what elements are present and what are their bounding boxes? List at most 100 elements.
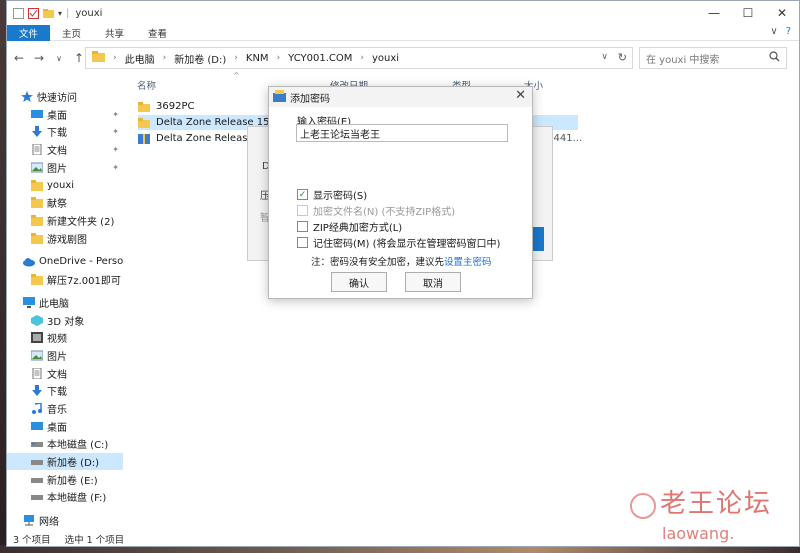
sidebar-item-3d-objects[interactable]: 3D 对象 (31, 312, 123, 329)
start-button[interactable] (532, 227, 544, 251)
maximize-button[interactable]: ☐ (731, 1, 765, 25)
breadcrumb-knm[interactable]: KNM (246, 53, 269, 64)
sidebar-item-pictures-pc[interactable]: 图片 (31, 347, 123, 364)
list-item[interactable]: Delta Zone Release 1 (138, 131, 263, 146)
music-icon (31, 402, 43, 414)
sidebar-item-drive-f[interactable]: 本地磁盘 (F:) (31, 488, 123, 505)
sidebar-item-unzip-hint[interactable]: 解压7z.001即可 (31, 271, 123, 288)
folder-icon (31, 197, 43, 208)
search-input[interactable]: 在 youxi 中搜索 (639, 47, 787, 69)
sidebar-item-label: 图片 (47, 352, 67, 363)
checkbox-icon (297, 205, 308, 216)
sidebar-item-documents[interactable]: 文档 ✦ (31, 141, 123, 158)
checkbox-icon (297, 221, 308, 232)
recent-locations-button[interactable]: ∨ (51, 54, 67, 63)
dialog-title-bar: 添加密码 ✕ (269, 87, 532, 107)
sidebar-item-onedrive[interactable]: OneDrive - Persona (23, 253, 123, 270)
remember-password-checkbox[interactable]: 记住密码(M) (将会显示在管理密码窗口中) (297, 235, 500, 250)
selection-count: 选中 1 个项目 (64, 535, 125, 546)
cloud-icon (23, 256, 35, 267)
address-bar[interactable]: › 此电脑 › 新加卷 (D:) › KNM › YCY001.COM › yo… (85, 47, 633, 69)
breadcrumb-youxi[interactable]: youxi (372, 53, 399, 64)
sidebar-item-drive-c[interactable]: 本地磁盘 (C:) (31, 435, 123, 452)
document-icon (31, 367, 43, 380)
forward-button[interactable]: → (31, 51, 47, 65)
refresh-button[interactable]: ↻ (618, 51, 627, 64)
sidebar-item-desktop[interactable]: 桌面 ✦ (31, 106, 123, 123)
sidebar-item-xianji[interactable]: 献祭 (31, 194, 123, 211)
cancel-button[interactable]: 取消 (405, 272, 461, 292)
video-icon (31, 332, 43, 343)
new-folder-icon[interactable] (43, 8, 54, 19)
ribbon-tabs: 文件 主页 共享 查看 ∨ ? (7, 24, 799, 41)
ribbon-expand-icon[interactable]: ∨ (770, 26, 777, 37)
option-label: 加密文件名(N) (不支持ZIP格式) (313, 207, 456, 218)
confirm-button[interactable]: 确认 (331, 272, 387, 292)
tab-view[interactable]: 查看 (136, 25, 179, 41)
sidebar-item-label: 文档 (47, 370, 67, 381)
sidebar-item-quick-access[interactable]: 快速访问 (21, 88, 137, 105)
zip-classic-encryption-checkbox[interactable]: ZIP经典加密方式(L) (297, 219, 402, 234)
sidebar-item-pictures[interactable]: 图片 ✦ (31, 159, 123, 176)
column-name[interactable]: 名称 (137, 78, 156, 92)
password-field[interactable]: 上老王论坛当老王 (296, 124, 508, 142)
sidebar-item-game-plot[interactable]: 游戏剧图 (31, 230, 123, 247)
help-icon[interactable]: ? (786, 26, 791, 37)
breadcrumb-separator: › (276, 53, 281, 63)
drive-icon (31, 474, 43, 485)
list-item[interactable]: 3692PC (138, 99, 194, 114)
set-master-password-link[interactable]: 设置主密码 (444, 257, 492, 268)
desktop-icon (31, 109, 43, 120)
breadcrumb-ycy001[interactable]: YCY001.COM (288, 53, 352, 64)
tab-home[interactable]: 主页 (50, 25, 93, 41)
properties-icon[interactable] (28, 7, 39, 19)
pin-icon: ✦ (112, 127, 119, 136)
sidebar-item-documents-pc[interactable]: 文档 (31, 365, 123, 382)
show-password-checkbox[interactable]: ✓ 显示密码(S) (297, 187, 367, 202)
breadcrumb-separator: › (162, 53, 167, 63)
breadcrumb-this-pc[interactable]: 此电脑 (125, 51, 155, 66)
dialog-close-button[interactable]: ✕ (515, 88, 526, 103)
folder-icon (138, 117, 150, 128)
checkbox-checked-icon: ✓ (297, 189, 308, 200)
sidebar-item-youxi[interactable]: youxi (31, 177, 123, 194)
option-label: ZIP经典加密方式(L) (313, 223, 403, 234)
drive-icon (31, 438, 43, 449)
tab-share[interactable]: 共享 (93, 25, 136, 41)
folder-icon (31, 215, 43, 226)
watermark-logo-icon (630, 493, 656, 519)
sidebar-item-downloads[interactable]: 下载 ✦ (31, 123, 123, 140)
dialog-title: 添加密码 (290, 93, 330, 105)
sidebar-item-downloads-pc[interactable]: 下载 (31, 382, 123, 399)
sidebar-item-label: 图片 (47, 164, 67, 175)
pin-icon: ✦ (112, 163, 119, 172)
add-password-dialog: 添加密码 ✕ 输入密码(E) 上老王论坛当老王 ✓ 显示密码(S) 加密文件名(… (268, 86, 533, 299)
chevron-down-icon[interactable]: ▾ (58, 9, 62, 18)
download-icon (31, 385, 43, 396)
lock-icon (273, 89, 286, 105)
sidebar-item-desktop-pc[interactable]: 桌面 (31, 418, 123, 435)
folder-icon[interactable] (13, 7, 24, 19)
drive-icon (31, 491, 43, 502)
sidebar-item-new-folder-2[interactable]: 新建文件夹 (2) (31, 212, 123, 229)
sidebar-item-drive-d[interactable]: 新加卷 (D:) (7, 453, 123, 470)
drive-icon (31, 456, 43, 467)
close-button[interactable]: ✕ (765, 1, 799, 25)
back-button[interactable]: ← (11, 51, 27, 65)
sidebar-item-drive-e[interactable]: 新加卷 (E:) (31, 471, 123, 488)
breadcrumb-drive-d[interactable]: 新加卷 (D:) (174, 51, 226, 66)
sidebar-item-network[interactable]: 网络 (23, 512, 123, 529)
tab-file[interactable]: 文件 (7, 24, 51, 41)
sidebar-item-music[interactable]: 音乐 (31, 400, 123, 417)
sidebar-item-label: 桌面 (47, 423, 67, 434)
pin-icon: ✦ (112, 145, 119, 154)
address-dropdown-icon[interactable]: ∨ (601, 52, 608, 62)
sidebar-item-this-pc[interactable]: 此电脑 (23, 294, 123, 311)
sidebar-item-videos[interactable]: 视频 (31, 329, 123, 346)
folder-icon (31, 180, 43, 191)
breadcrumb-separator: › (360, 53, 365, 63)
minimize-button[interactable]: — (697, 1, 731, 25)
sidebar-item-label: youxi (47, 180, 75, 191)
watermark-text: 老王论坛 (660, 489, 773, 519)
archive-icon (138, 133, 150, 144)
